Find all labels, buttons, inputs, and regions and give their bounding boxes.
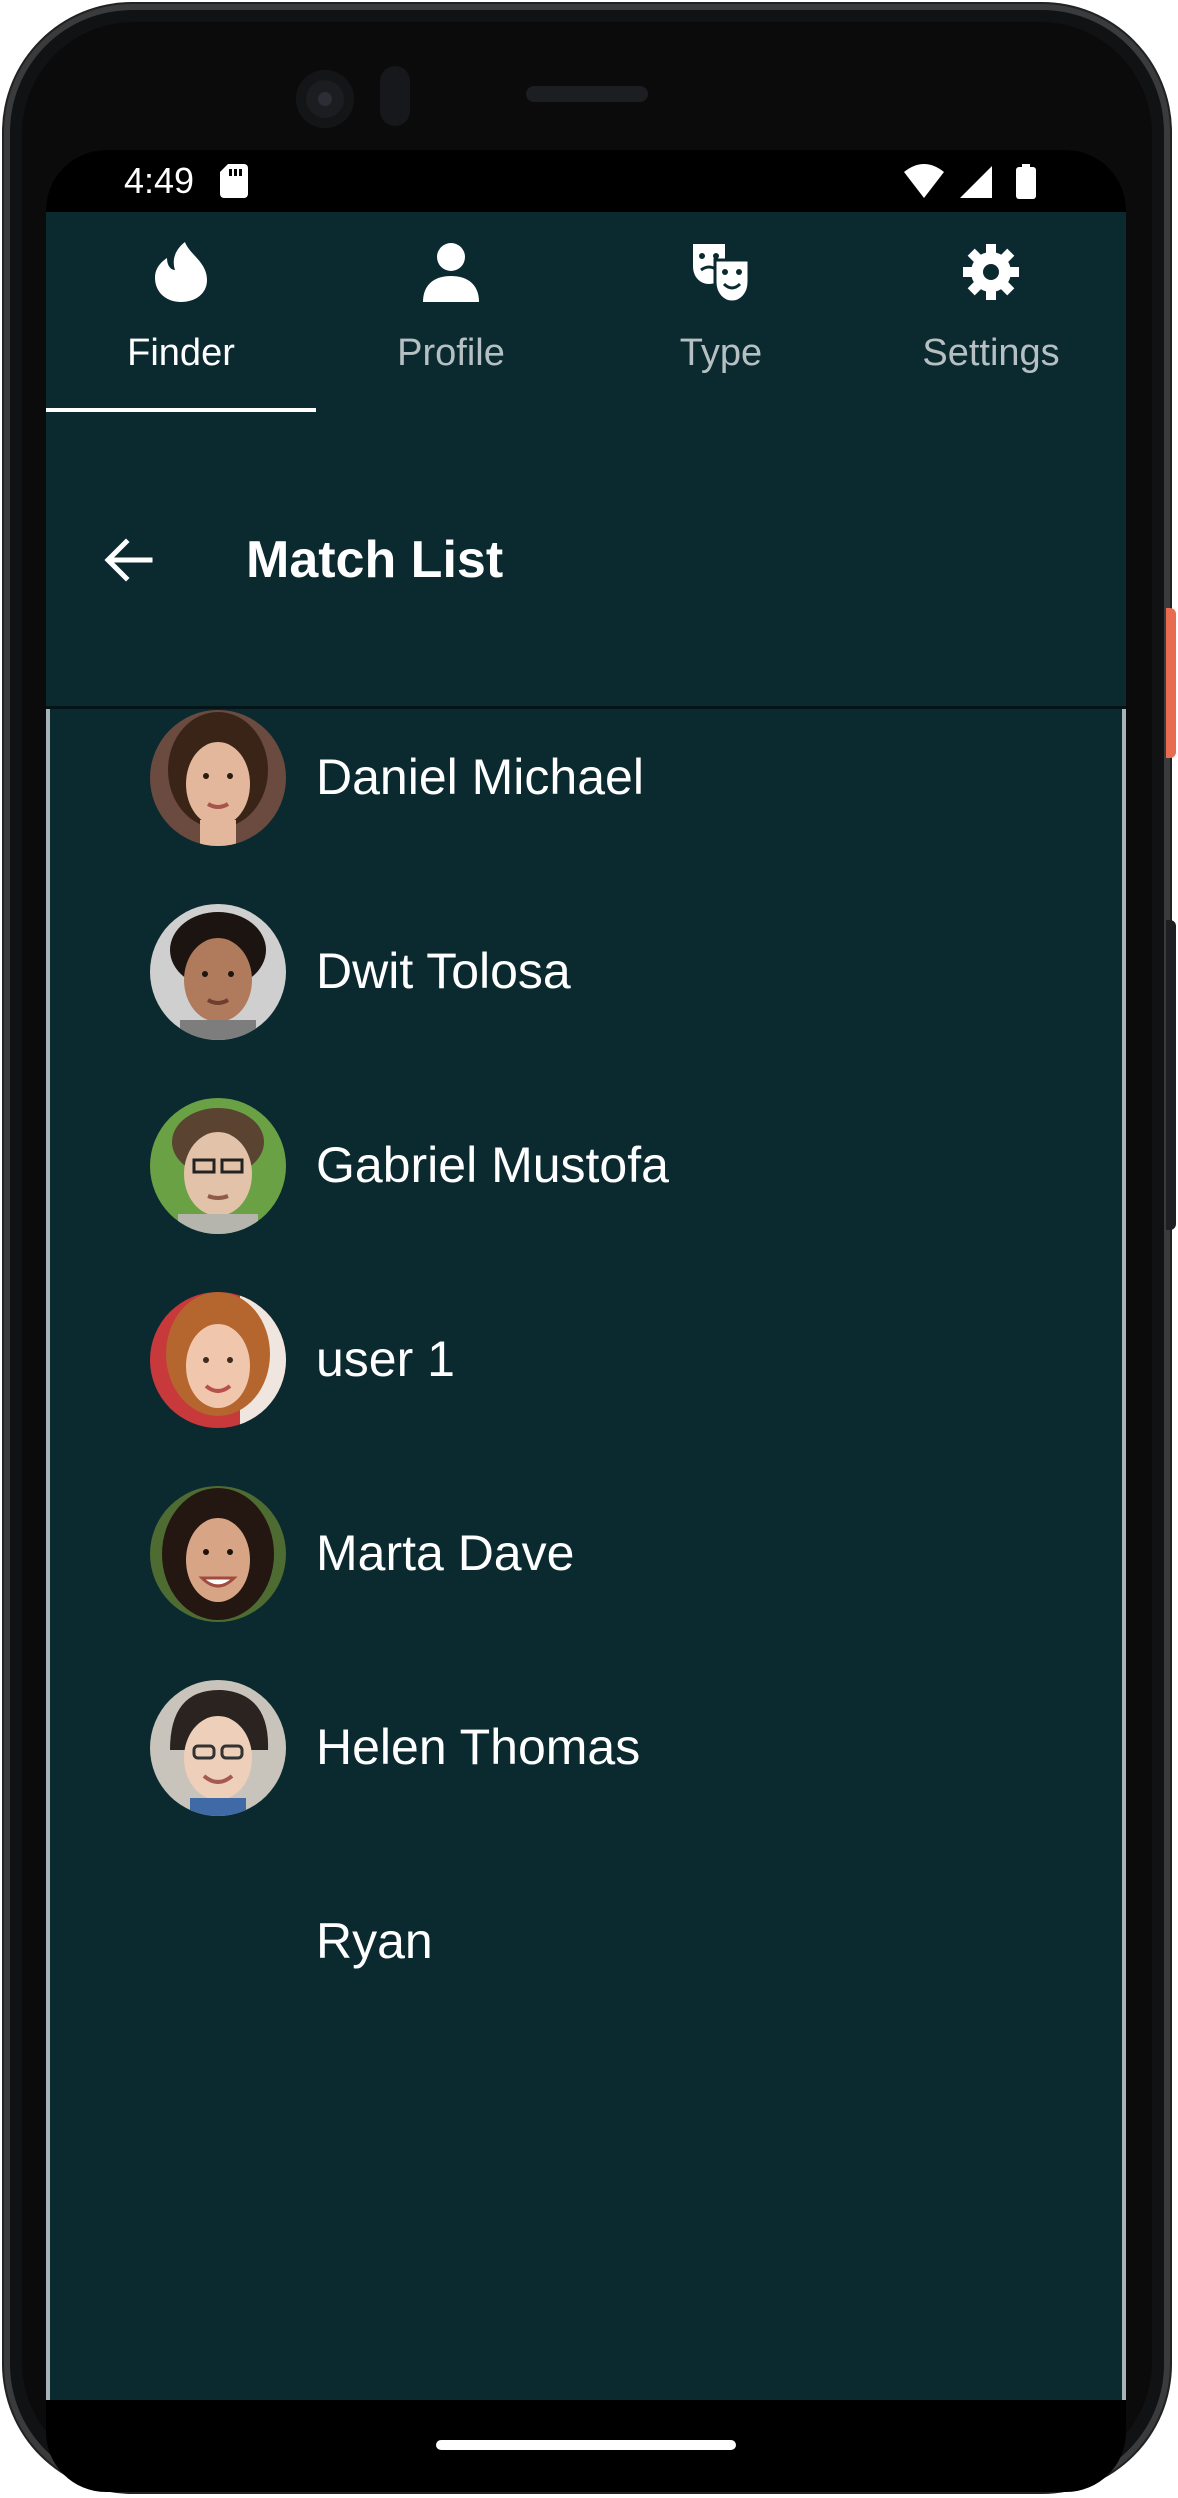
match-item[interactable]: Marta Dave	[46, 1486, 1126, 1680]
flame-icon	[155, 242, 207, 302]
avatar	[150, 904, 286, 1040]
front-camera	[296, 70, 354, 128]
match-name: Gabriel Mustofa	[316, 1137, 669, 1193]
wifi-icon	[904, 164, 944, 198]
match-item[interactable]: Gabriel Mustofa	[46, 1098, 1126, 1292]
app-bar: Match List	[46, 412, 1126, 709]
tab-bar: Finder Profile Type Settings	[46, 212, 1126, 414]
match-item[interactable]: Daniel Michael	[46, 710, 1126, 904]
avatar	[150, 1486, 286, 1622]
power-button	[1166, 608, 1176, 758]
avatar-photo	[150, 1292, 286, 1428]
earpiece-speaker	[526, 86, 648, 102]
app-screen: 4:49 Finder Profile Type Settings Match …	[46, 150, 1126, 2400]
navigation-bar	[46, 2400, 1126, 2492]
match-item[interactable]: user 1	[46, 1292, 1126, 1486]
tab-profile[interactable]: Profile	[316, 212, 586, 412]
tab-label: Finder	[127, 332, 235, 374]
avatar-photo	[150, 1098, 286, 1234]
tab-type[interactable]: Type	[586, 212, 856, 412]
tab-finder[interactable]: Finder	[46, 212, 316, 414]
avatar	[150, 710, 286, 846]
proximity-sensor	[380, 66, 410, 126]
match-item[interactable]: Dwit Tolosa	[46, 904, 1126, 1098]
avatar	[150, 1292, 286, 1428]
gear-icon	[963, 244, 1019, 300]
arrow-back-icon[interactable]	[102, 534, 154, 586]
match-name: Daniel Michael	[316, 749, 644, 805]
theater-masks-icon	[693, 244, 751, 304]
tab-label: Settings	[922, 332, 1060, 374]
avatar-photo	[150, 710, 286, 846]
avatar	[150, 1680, 286, 1816]
match-name: Ryan	[316, 1913, 433, 1969]
match-item[interactable]: Helen Thomas	[46, 1680, 1126, 1874]
tab-label: Profile	[397, 332, 505, 374]
home-indicator[interactable]	[436, 2440, 736, 2450]
signal-icon	[960, 166, 992, 198]
person-icon	[423, 243, 479, 302]
tab-settings[interactable]: Settings	[856, 212, 1126, 412]
status-icons	[904, 164, 1036, 199]
sd-card-icon	[220, 164, 248, 198]
match-name: Helen Thomas	[316, 1719, 641, 1775]
match-name: Dwit Tolosa	[316, 943, 571, 999]
status-bar: 4:49	[46, 150, 1126, 212]
volume-button	[1166, 920, 1176, 1230]
match-name: Marta Dave	[316, 1525, 575, 1581]
avatar-photo	[150, 1486, 286, 1622]
match-item[interactable]: Ryan	[46, 1874, 1126, 2068]
match-name: user 1	[316, 1331, 455, 1387]
avatar-photo	[150, 904, 286, 1040]
avatar-photo	[150, 1680, 286, 1816]
status-time: 4:49	[124, 160, 195, 201]
page-title: Match List	[246, 531, 504, 589]
tab-label: Type	[679, 332, 763, 374]
battery-icon	[1016, 164, 1036, 199]
avatar	[150, 1098, 286, 1234]
